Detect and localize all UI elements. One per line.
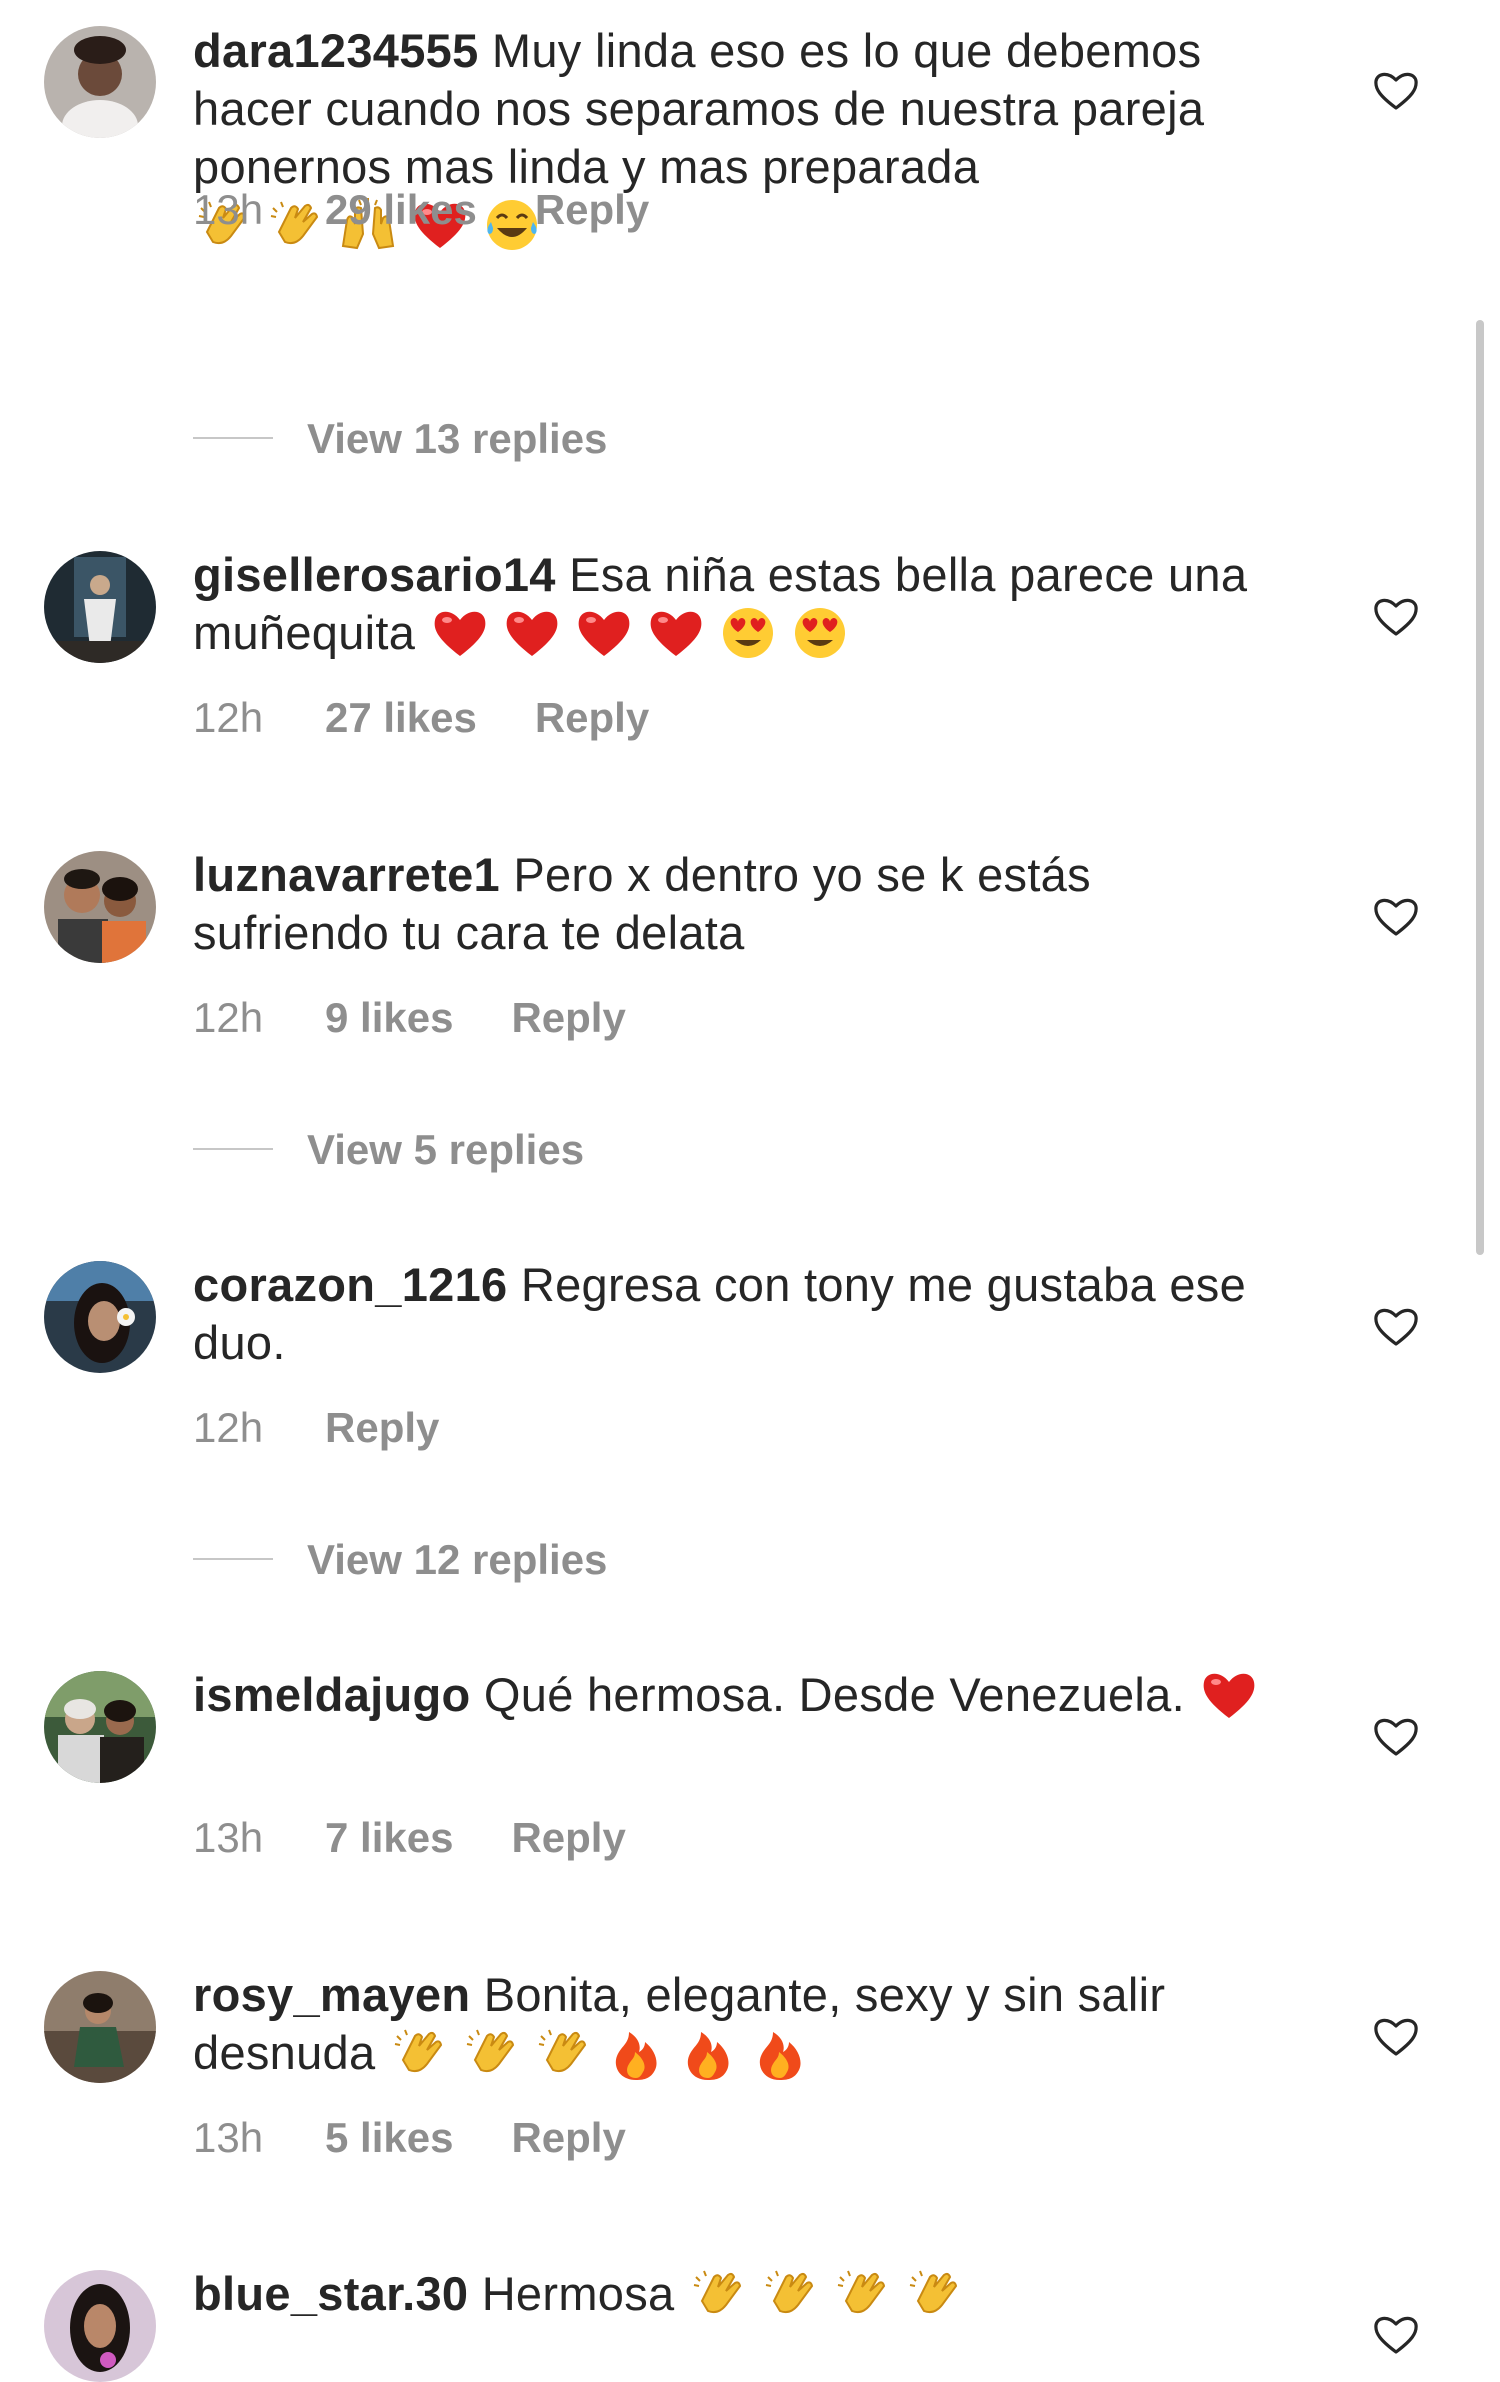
like-button[interactable] <box>1372 1714 1420 1758</box>
comment-text: corazon_1216 Regresa con tony me gustaba… <box>193 1256 1283 1372</box>
view-replies-button[interactable]: View 13 replies <box>193 415 607 465</box>
red-heart-emoji <box>645 604 705 662</box>
emoji-group <box>688 2267 976 2320</box>
comment-meta: 13h 7 likes Reply <box>193 1814 626 1862</box>
comment-meta: 12h Reply <box>193 1404 439 1452</box>
comment-username[interactable]: corazon_1216 <box>193 1258 508 1311</box>
clapping-hands-emoji <box>904 2265 964 2323</box>
view-replies-button[interactable]: View 12 replies <box>193 1536 607 1586</box>
comment-likes[interactable]: 9 likes <box>325 994 453 1042</box>
like-button[interactable] <box>1372 2014 1420 2058</box>
red-heart-emoji <box>1198 1666 1258 1724</box>
avatar[interactable] <box>44 2270 156 2382</box>
comment-username[interactable]: rosy_mayen <box>193 1968 470 2021</box>
comment-time: 12h <box>193 994 264 1041</box>
comment-text: rosy_mayen Bonita, elegante, sexy y sin … <box>193 1966 1283 2082</box>
avatar[interactable] <box>44 1971 156 2083</box>
heart-eyes-emoji <box>789 604 849 662</box>
comment-username[interactable]: gisellerosario14 <box>193 548 556 601</box>
comment-time: 13h <box>193 2114 264 2161</box>
avatar[interactable] <box>44 551 156 663</box>
comment-likes[interactable]: 27 likes <box>325 694 477 742</box>
comment-time: 13h <box>193 186 264 233</box>
like-button[interactable] <box>1372 68 1420 112</box>
reply-button[interactable]: Reply <box>325 1404 439 1452</box>
clapping-hands-emoji <box>832 2265 892 2323</box>
comment-time: 12h <box>193 1404 264 1451</box>
emoji-group <box>389 2024 821 2082</box>
comment-text: luznavarrete1 Pero x dentro yo se k está… <box>193 846 1283 962</box>
comment-username[interactable]: ismeldajugo <box>193 1668 471 1721</box>
comment-text: gisellerosario14 Esa niña estas bella pa… <box>193 546 1283 662</box>
emoji-group <box>1198 1668 1270 1721</box>
comment-likes[interactable]: 7 likes <box>325 1814 453 1862</box>
comment-body: Qué hermosa. Desde Venezuela. <box>483 1668 1185 1721</box>
red-heart-emoji <box>501 604 561 662</box>
avatar[interactable] <box>44 1261 156 1373</box>
comment-body: Hermosa <box>481 2267 675 2320</box>
reply-button[interactable]: Reply <box>535 694 649 742</box>
clapping-hands-emoji <box>389 2024 449 2082</box>
comment-meta: 12h 27 likes Reply <box>193 694 649 742</box>
clapping-hands-emoji <box>461 2024 521 2082</box>
comment-text: blue_star.30 Hermosa <box>193 2265 1283 2323</box>
heart-outline-icon <box>1374 2316 1418 2354</box>
comment-meta: 13h 29 likes Reply <box>193 186 649 234</box>
reply-button[interactable]: Reply <box>535 186 649 234</box>
red-heart-emoji <box>429 604 489 662</box>
comment-username[interactable]: luznavarrete1 <box>193 848 500 901</box>
heart-outline-icon <box>1374 898 1418 936</box>
heart-outline-icon <box>1374 1718 1418 1756</box>
reply-button[interactable]: Reply <box>511 994 625 1042</box>
fire-emoji <box>605 2024 665 2082</box>
like-button[interactable] <box>1372 1304 1420 1348</box>
view-replies-button[interactable]: View 5 replies <box>193 1126 584 1176</box>
comment-text: ismeldajugo Qué hermosa. Desde Venezuela… <box>193 1666 1283 1724</box>
fire-emoji <box>749 2024 809 2082</box>
comment-likes[interactable]: 29 likes <box>325 186 477 234</box>
comment-time: 12h <box>193 694 264 741</box>
like-button[interactable] <box>1372 894 1420 938</box>
heart-outline-icon <box>1374 2018 1418 2056</box>
clapping-hands-emoji <box>760 2265 820 2323</box>
emoji-group <box>429 606 861 659</box>
clapping-hands-emoji <box>533 2024 593 2082</box>
red-heart-emoji <box>573 604 633 662</box>
comment-likes[interactable]: 5 likes <box>325 2114 453 2162</box>
like-button[interactable] <box>1372 2312 1420 2356</box>
avatar[interactable] <box>44 26 156 138</box>
like-button[interactable] <box>1372 594 1420 638</box>
avatar[interactable] <box>44 851 156 963</box>
replies-divider <box>193 1147 273 1150</box>
heart-outline-icon <box>1374 598 1418 636</box>
heart-outline-icon <box>1374 1308 1418 1346</box>
replies-divider <box>193 1557 273 1560</box>
clapping-hands-emoji <box>688 2265 748 2323</box>
avatar[interactable] <box>44 1671 156 1783</box>
fire-emoji <box>677 2024 737 2082</box>
heart-outline-icon <box>1374 72 1418 110</box>
comment-time: 13h <box>193 1814 264 1861</box>
reply-button[interactable]: Reply <box>511 1814 625 1862</box>
comment-username[interactable]: dara1234555 <box>193 24 479 77</box>
heart-eyes-emoji <box>717 604 777 662</box>
reply-button[interactable]: Reply <box>511 2114 625 2162</box>
comment-meta: 13h 5 likes Reply <box>193 2114 626 2162</box>
comment-username[interactable]: blue_star.30 <box>193 2267 468 2320</box>
scrollbar[interactable] <box>1476 320 1484 1255</box>
comments-list: dara1234555 Muy linda eso es lo que debe… <box>0 0 1500 2382</box>
replies-divider <box>193 436 273 439</box>
comment-meta: 12h 9 likes Reply <box>193 994 626 1042</box>
